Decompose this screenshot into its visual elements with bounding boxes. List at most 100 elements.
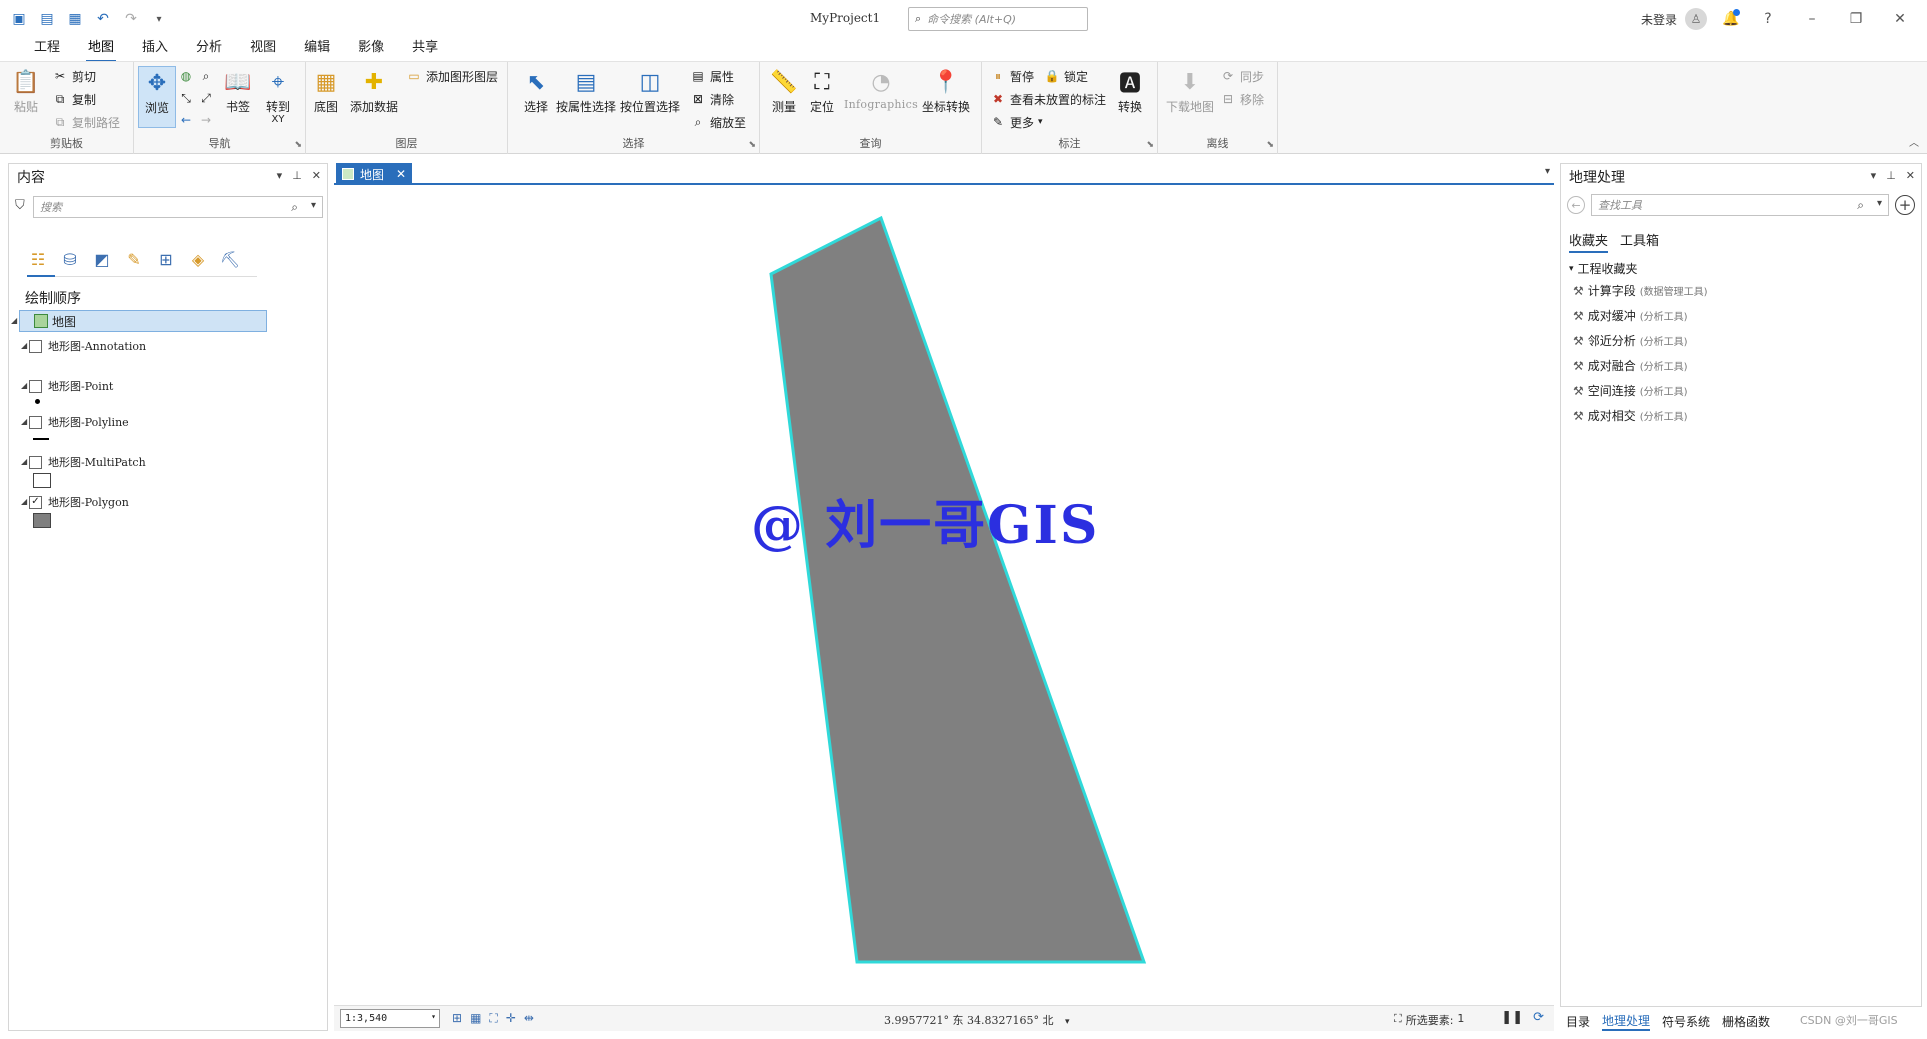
editing-view-icon[interactable]: ✎ bbox=[123, 248, 145, 270]
tab-map-view[interactable]: 地图 ✕ bbox=[336, 163, 412, 185]
command-search-input[interactable]: ⌕ 命令搜索 (Alt+Q) bbox=[908, 7, 1088, 31]
undo-icon[interactable]: ↶ bbox=[94, 10, 112, 28]
select-by-location-button[interactable]: ◫ 按位置选择 bbox=[620, 66, 680, 115]
layer-row[interactable]: ✓ 地形图-Polygon bbox=[29, 494, 129, 510]
convert-labels-button[interactable]: 🅰 转换 bbox=[1114, 66, 1146, 115]
help-icon[interactable]: ? bbox=[1757, 8, 1779, 30]
map-node[interactable]: 地图 bbox=[19, 310, 267, 332]
pin-icon[interactable]: ⊥ bbox=[292, 169, 302, 182]
zoom-selected-button[interactable]: ⌕ bbox=[198, 66, 214, 86]
clear-selection-button[interactable]: ⊠ 清除 bbox=[690, 89, 734, 109]
expand-map-icon[interactable]: ◢ bbox=[11, 316, 17, 325]
layer-visibility-checkbox[interactable]: ✓ bbox=[29, 495, 42, 509]
layer-row[interactable]: 地形图-Point bbox=[29, 378, 113, 394]
contents-search-input[interactable]: 搜索 ⌕ ▾ bbox=[33, 196, 323, 218]
fixed-zoom-out-button[interactable]: ⤢ bbox=[198, 88, 214, 108]
basemap-button[interactable]: ▦ 底图 bbox=[310, 66, 342, 115]
add-graphics-layer-button[interactable]: ▭ 添加图形图层 bbox=[406, 66, 498, 86]
add-point-icon[interactable]: ✛ bbox=[506, 1011, 516, 1026]
add-data-button[interactable]: ✚ 添加数据 bbox=[350, 66, 398, 115]
close-tab-icon[interactable]: ✕ bbox=[396, 167, 406, 181]
tab-edit[interactable]: 编辑 bbox=[290, 38, 344, 60]
drawing-order-icon[interactable]: ☷ bbox=[27, 248, 49, 270]
offline-launcher-icon[interactable]: ⬊ bbox=[1266, 140, 1274, 150]
tab-insert[interactable]: 插入 bbox=[128, 38, 182, 60]
restore-icon[interactable]: ❐ bbox=[1845, 8, 1867, 30]
polygon-symbol[interactable] bbox=[33, 513, 51, 528]
customize-qat-icon[interactable]: ▾ bbox=[150, 10, 168, 28]
chevron-down-icon[interactable]: ▾ bbox=[1877, 198, 1882, 209]
tool-item[interactable]: ⚒ 计算字段 (数据管理工具) bbox=[1573, 282, 1708, 299]
grid-icon[interactable]: ▦ bbox=[470, 1011, 481, 1026]
open-project-icon[interactable]: ▤ bbox=[38, 10, 56, 28]
attributes-button[interactable]: ▤ 属性 bbox=[690, 66, 734, 86]
close-icon[interactable]: ✕ bbox=[1889, 8, 1911, 30]
pane-menu-icon[interactable]: ▾ bbox=[1871, 169, 1877, 182]
next-extent-button[interactable]: → bbox=[198, 110, 214, 130]
sync-button[interactable]: ⟳ 同步 bbox=[1220, 66, 1264, 86]
layer-visibility-checkbox[interactable] bbox=[29, 339, 42, 353]
zoom-to-selection-button[interactable]: ⌕ 缩放至 bbox=[690, 112, 746, 132]
expand-layer-icon[interactable]: ◢ bbox=[21, 417, 27, 426]
project-favorites-folder[interactable]: ▾ 工程收藏夹 bbox=[1569, 260, 1638, 277]
tool-item[interactable]: ⚒ 成对相交 (分析工具) bbox=[1573, 407, 1688, 424]
avatar[interactable]: ♙ bbox=[1685, 8, 1707, 30]
layer-visibility-checkbox[interactable] bbox=[29, 455, 42, 469]
tab-project[interactable]: 工程 bbox=[20, 38, 74, 60]
notification-bell-icon[interactable]: 🔔 bbox=[1720, 8, 1742, 30]
filter-icon[interactable]: ⛉ bbox=[15, 198, 25, 213]
rotate-map-icon[interactable]: ⇹ bbox=[524, 1011, 534, 1026]
copy-button[interactable]: ⧉ 复制 bbox=[52, 89, 96, 109]
goto-xy-button[interactable]: ⌖ 转到 XY bbox=[262, 66, 294, 125]
tab-share[interactable]: 共享 bbox=[398, 38, 452, 60]
add-icon[interactable]: + bbox=[1895, 195, 1915, 215]
line-symbol[interactable] bbox=[33, 438, 49, 440]
view-unplaced-button[interactable]: ✖ 查看未放置的标注 bbox=[990, 89, 1106, 109]
data-source-icon[interactable]: ⛁ bbox=[59, 248, 81, 270]
redo-icon[interactable]: ↷ bbox=[122, 10, 140, 28]
chevron-down-icon[interactable]: ▾ bbox=[1545, 166, 1550, 177]
paste-button[interactable]: 📋 粘贴 bbox=[10, 66, 42, 115]
expand-layer-icon[interactable]: ◢ bbox=[21, 457, 27, 466]
expand-layer-icon[interactable]: ◢ bbox=[21, 381, 27, 390]
locate-button[interactable]: ⛶ 定位 bbox=[806, 66, 838, 115]
fixed-zoom-in-button[interactable]: ⤡ bbox=[178, 88, 194, 108]
coordinate-conversion-button[interactable]: 📍 坐标转换 bbox=[922, 66, 970, 115]
point-symbol[interactable] bbox=[35, 399, 40, 404]
tab-imagery[interactable]: 影像 bbox=[344, 38, 398, 60]
copy-path-button[interactable]: ⧉ 复制路径 bbox=[52, 112, 120, 132]
tab-symbology[interactable]: 符号系统 bbox=[1662, 1013, 1710, 1030]
scale-options-icon[interactable]: ⊞ bbox=[452, 1011, 462, 1026]
tool-item[interactable]: ⚒ 成对融合 (分析工具) bbox=[1573, 357, 1688, 374]
chevron-down-icon[interactable]: ▾ bbox=[1065, 1017, 1070, 1027]
pin-icon[interactable]: ⊥ bbox=[1886, 169, 1896, 182]
select-by-attributes-button[interactable]: ▤ 按属性选择 bbox=[556, 66, 616, 115]
select-button[interactable]: ⬉ 选择 bbox=[520, 66, 552, 115]
selection-launcher-icon[interactable]: ⬊ bbox=[748, 140, 756, 150]
back-icon[interactable]: ← bbox=[1567, 196, 1585, 214]
explore-button[interactable]: ✥ 浏览 bbox=[138, 66, 176, 128]
layer-row[interactable]: 地形图-Polyline bbox=[29, 414, 129, 430]
tab-toolboxes[interactable]: 工具箱 bbox=[1620, 230, 1659, 253]
collapse-ribbon-icon[interactable]: ︿ bbox=[1909, 134, 1919, 149]
close-pane-icon[interactable]: ✕ bbox=[312, 169, 321, 182]
tab-map[interactable]: 地图 bbox=[74, 38, 128, 62]
cut-button[interactable]: ✂ 剪切 bbox=[52, 66, 96, 86]
save-project-icon[interactable]: ▦ bbox=[66, 10, 84, 28]
find-tools-input[interactable]: 查找工具 ⌕ ▾ bbox=[1591, 194, 1889, 216]
tab-geoprocessing[interactable]: 地理处理 bbox=[1602, 1012, 1651, 1031]
measure-button[interactable]: 📏 测量 bbox=[768, 66, 800, 115]
labeling-launcher-icon[interactable]: ⬊ bbox=[1146, 140, 1154, 150]
scale-selector[interactable]: 1:3,540 ▾ bbox=[340, 1009, 440, 1028]
tab-raster-functions[interactable]: 栅格函数 bbox=[1722, 1013, 1770, 1030]
tool-item[interactable]: ⚒ 空间连接 (分析工具) bbox=[1573, 382, 1688, 399]
pause-labels-button[interactable]: ⏸ 暂停 bbox=[990, 66, 1034, 86]
download-map-button[interactable]: ⬇ 下载地图 bbox=[1166, 66, 1214, 115]
lock-labels-button[interactable]: 🔒 锁定 bbox=[1044, 66, 1089, 86]
infographics-button[interactable]: ◔ Infographics bbox=[844, 66, 918, 112]
tab-catalog[interactable]: 目录 bbox=[1566, 1013, 1590, 1030]
selection-view-icon[interactable]: ◩ bbox=[91, 248, 113, 270]
more-labeling-button[interactable]: ✎ 更多 ▾ bbox=[990, 112, 1043, 132]
new-project-icon[interactable]: ▣ bbox=[10, 10, 28, 28]
bookmarks-button[interactable]: 📖 书签 bbox=[222, 66, 254, 115]
